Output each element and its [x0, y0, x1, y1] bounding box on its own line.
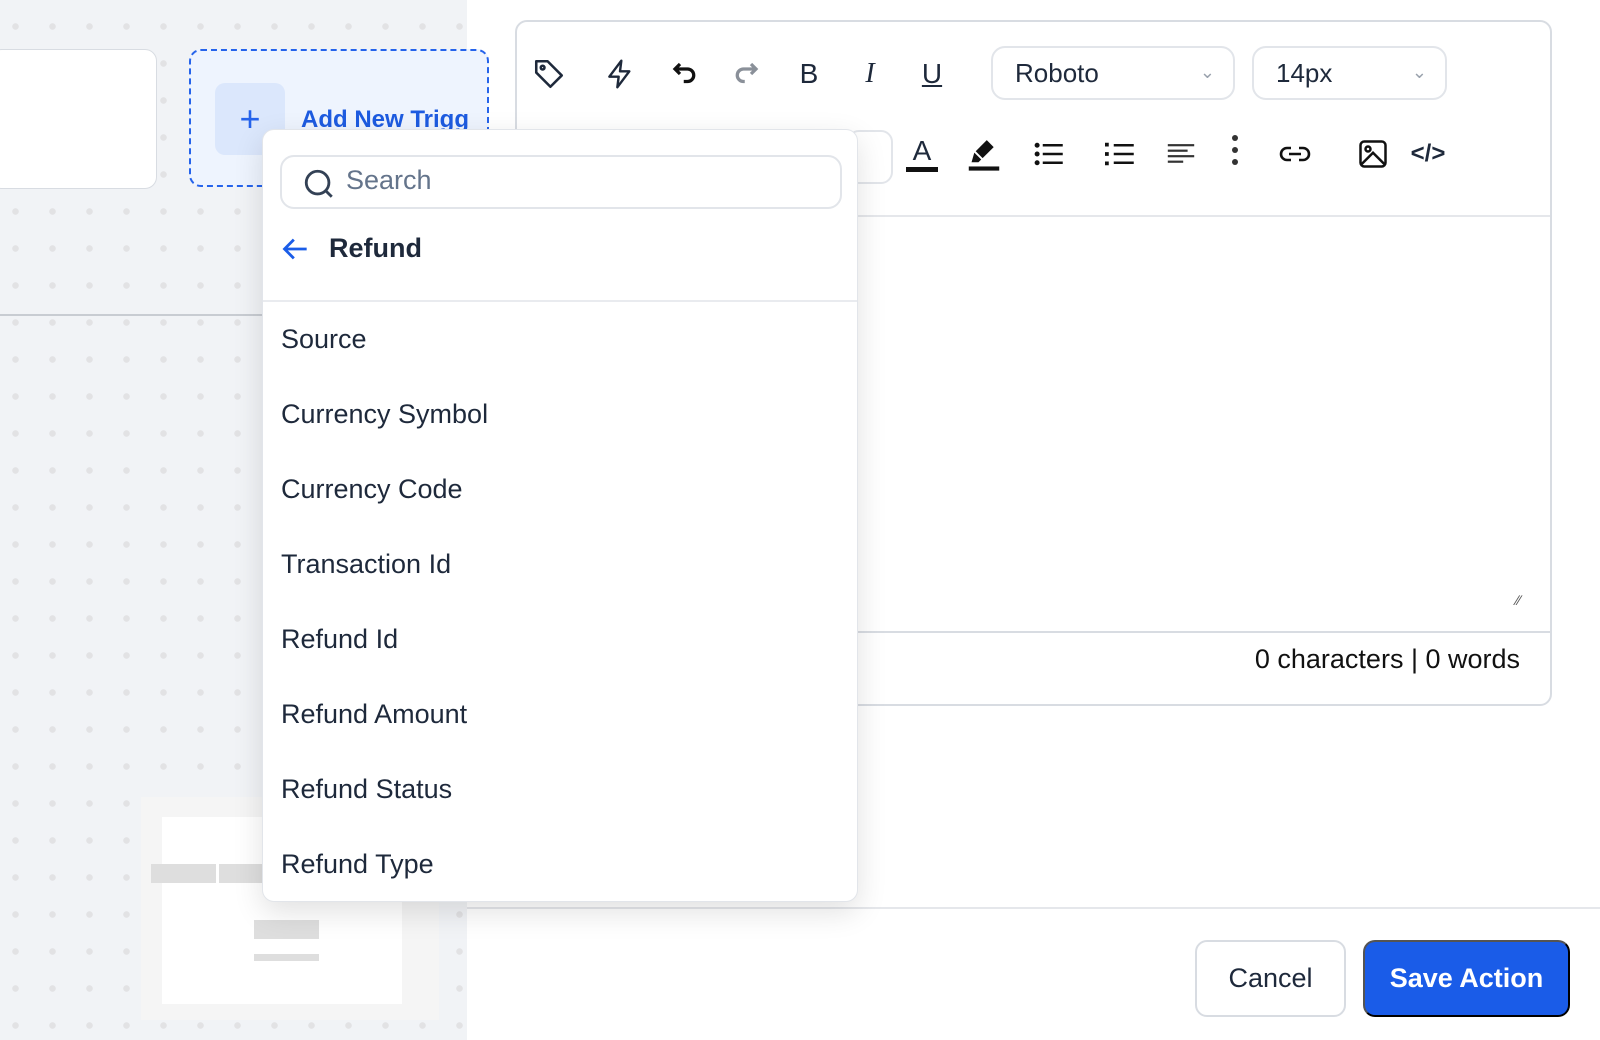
list-item[interactable]: Refund Id [263, 602, 857, 677]
lightning-icon[interactable] [600, 54, 640, 94]
actions-divider [467, 907, 1600, 909]
link-icon[interactable] [1275, 134, 1315, 174]
list-item[interactable]: Transaction Id [263, 527, 857, 602]
numbered-list-icon[interactable] [1100, 134, 1140, 174]
list-item[interactable]: Refund Status [263, 752, 857, 827]
more-vertical-icon[interactable] [1215, 130, 1255, 170]
text-color-letter: A [912, 134, 932, 166]
font-size-value: 14px [1276, 57, 1333, 88]
font-family-select[interactable]: Roboto ⌄ [991, 46, 1235, 100]
character-word-count: 0 characters | 0 words [1254, 644, 1520, 674]
arrow-left-icon [282, 238, 307, 259]
bullet-list-icon[interactable] [1029, 134, 1069, 174]
italic-icon[interactable]: I [850, 54, 890, 94]
bold-icon[interactable]: B [789, 54, 829, 94]
workflow-node-card[interactable] [0, 49, 157, 189]
save-action-button[interactable]: Save Action [1363, 940, 1570, 1017]
text-color-icon[interactable]: A [902, 134, 942, 174]
tag-icon[interactable] [529, 54, 569, 94]
list-item[interactable]: Currency Symbol [263, 377, 857, 452]
variable-picker-dropdown: Refund Source Currency Symbol Currency C… [262, 129, 858, 902]
search-icon [304, 169, 333, 198]
back-button[interactable]: Refund [281, 233, 422, 264]
align-left-icon[interactable] [1161, 134, 1201, 174]
font-family-value: Roboto [1015, 57, 1099, 88]
chevron-down-icon: ⌄ [1411, 62, 1427, 82]
list-item[interactable]: Source [263, 302, 857, 377]
chevron-down-icon: ⌄ [1199, 62, 1215, 82]
list-item[interactable]: Refund Amount [263, 677, 857, 752]
back-label: Refund [329, 233, 422, 263]
search-field[interactable] [280, 155, 842, 209]
cancel-button[interactable]: Cancel [1195, 940, 1346, 1017]
undo-icon[interactable] [665, 54, 705, 94]
highlight-icon[interactable] [964, 134, 1004, 174]
font-size-select[interactable]: 14px ⌄ [1252, 46, 1447, 100]
resize-handle-icon[interactable]: ∕∕ [1516, 592, 1532, 608]
underline-icon[interactable]: U [912, 54, 952, 94]
search-input[interactable] [346, 165, 826, 196]
list-item[interactable]: Refund Type [263, 827, 857, 902]
image-icon[interactable] [1353, 134, 1393, 174]
list-item[interactable]: Currency Code [263, 452, 857, 527]
redo-icon[interactable] [726, 54, 766, 94]
code-icon[interactable]: </> [1408, 134, 1448, 174]
